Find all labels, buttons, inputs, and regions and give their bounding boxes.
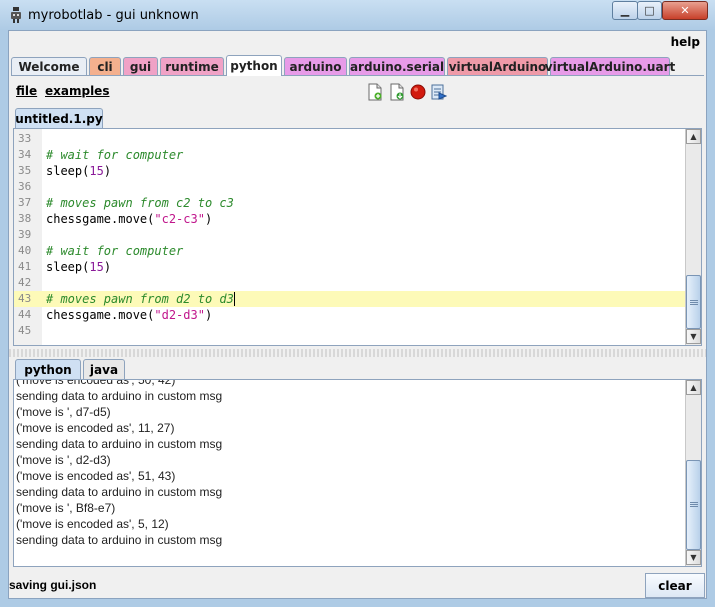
line-number: 36 <box>18 180 32 193</box>
line-number: 43 <box>18 292 32 305</box>
code-editor[interactable]: 33 34 # wait for computer 35 sleep(15) 36 37 # … <box>13 128 702 346</box>
code-text: chessgame.move("d2-d3") <box>46 308 213 322</box>
editor-scrollbar[interactable]: ▲ ▼ <box>685 129 701 345</box>
line-number: 40 <box>18 244 32 257</box>
line-number: 35 <box>18 164 32 177</box>
execute-icon[interactable] <box>431 83 447 101</box>
close-icon: ✕ <box>680 4 690 17</box>
code-text: # wait for computer <box>46 244 184 258</box>
service-tab[interactable]: virtualArduino.uart <box>545 57 675 75</box>
line-number: 45 <box>18 324 32 337</box>
service-tab[interactable]: cli <box>89 57 121 75</box>
code-line[interactable]: 42 <box>14 275 686 291</box>
help-menu[interactable]: help <box>671 35 700 49</box>
code-line[interactable]: 39 <box>14 227 686 243</box>
code-line[interactable]: 44 chessgame.move("d2-d3") <box>14 307 686 323</box>
console-line: ('move is encoded as', 11, 27) <box>16 421 175 435</box>
console-line: ('move is ', d2-d3) <box>16 453 111 467</box>
code-text: # moves pawn from c2 to c3 <box>46 196 234 210</box>
line-number: 42 <box>18 276 32 289</box>
scroll-thumb[interactable] <box>686 275 701 329</box>
minimize-icon: ▁ <box>620 4 630 17</box>
line-number: 44 <box>18 308 32 321</box>
console-line: ('move is encoded as', 51, 43) <box>16 469 176 483</box>
console-output[interactable]: ('move is encoded as', 50, 42) sending da… <box>13 379 702 567</box>
code-line[interactable]: 36 <box>14 179 686 195</box>
service-tab[interactable]: runtime <box>160 57 224 75</box>
scroll-down-arrow[interactable]: ▼ <box>686 550 701 565</box>
code-line[interactable]: 43 # moves pawn from d2 to d3 <box>14 291 686 307</box>
console-line: sending data to arduino in custom msg <box>16 389 223 403</box>
maximize-button[interactable]: □ <box>637 1 662 20</box>
line-number: 41 <box>18 260 32 273</box>
robot-app-icon <box>11 7 21 23</box>
code-line[interactable]: 40 # wait for computer <box>14 243 686 259</box>
minimize-button[interactable]: ▁ <box>612 1 638 20</box>
service-tab[interactable]: gui <box>123 57 158 75</box>
service-tab[interactable]: virtualArduino <box>447 57 548 75</box>
save-file-icon[interactable] <box>389 83 405 101</box>
service-tab[interactable]: arduino.serial <box>349 57 445 75</box>
file-menu[interactable]: file <box>16 84 37 98</box>
console-line: ('move is ', d7-d5) <box>16 405 111 419</box>
code-line[interactable]: 35 sleep(15) <box>14 163 686 179</box>
python-toolbar: file examples <box>9 79 706 105</box>
line-number: 34 <box>18 148 32 161</box>
new-file-icon[interactable] <box>367 83 383 101</box>
up-arrow-icon: ▲ <box>690 383 697 392</box>
line-number: 38 <box>18 212 32 225</box>
line-number: 33 <box>18 132 32 145</box>
console-line: sending data to arduino in custom msg <box>16 533 223 547</box>
output-tab-java[interactable]: java <box>83 359 125 379</box>
code-text: # moves pawn from d2 to d3 <box>46 292 234 306</box>
code-line[interactable]: 45 <box>14 323 686 339</box>
code-text: sleep(15) <box>46 164 112 178</box>
service-tabs: Welcome cli gui runtime python arduino arduino… <box>11 55 704 76</box>
code-text: sleep(15) <box>46 260 112 274</box>
console-line: ('move is encoded as', 50, 42) <box>16 379 176 387</box>
app-window: myrobotlab - gui unknown ▁ □ ✕ help Welc… <box>0 0 715 607</box>
examples-menu[interactable]: examples <box>45 84 109 98</box>
status-message: saving gui.json <box>9 578 97 592</box>
down-arrow-icon: ▼ <box>690 332 697 341</box>
window-title: myrobotlab - gui unknown <box>28 8 199 23</box>
up-arrow-icon: ▲ <box>690 132 697 141</box>
console-line: sending data to arduino in custom msg <box>16 437 223 451</box>
close-button[interactable]: ✕ <box>662 1 708 20</box>
console-line: ('move is ', Bf8-e7) <box>16 501 116 515</box>
scroll-up-arrow[interactable]: ▲ <box>686 380 701 395</box>
code-text: # wait for computer <box>46 148 184 162</box>
code-line[interactable]: 41 sleep(15) <box>14 259 686 275</box>
split-pane-divider[interactable] <box>9 349 706 357</box>
down-arrow-icon: ▼ <box>690 553 697 562</box>
code-line[interactable]: 33 <box>14 131 686 147</box>
service-tab[interactable]: python <box>226 55 282 76</box>
scroll-thumb[interactable] <box>686 460 701 550</box>
status-bar: saving gui.json clear <box>9 572 706 598</box>
line-number: 37 <box>18 196 32 209</box>
menu-bar: help <box>9 31 706 53</box>
service-tab[interactable]: Welcome <box>11 57 87 75</box>
file-tab-untitled[interactable]: untitled.1.py <box>15 108 103 128</box>
code-line[interactable]: 34 # wait for computer <box>14 147 686 163</box>
line-number: 39 <box>18 228 32 241</box>
console-scrollbar[interactable]: ▲ ▼ <box>685 380 701 566</box>
console-line: ('move is encoded as', 5, 12) <box>16 517 169 531</box>
text-caret <box>234 292 236 306</box>
code-text: chessgame.move("c2-c3") <box>46 212 213 226</box>
scroll-up-arrow[interactable]: ▲ <box>686 129 701 144</box>
stop-icon[interactable] <box>410 83 426 101</box>
output-tabs: python java <box>13 359 702 380</box>
code-line[interactable]: 37 # moves pawn from c2 to c3 <box>14 195 686 211</box>
scroll-down-arrow[interactable]: ▼ <box>686 329 701 344</box>
console-line: sending data to arduino in custom msg <box>16 485 223 499</box>
main-panel: help Welcome cli gui runtime python arduino ar… <box>8 30 707 599</box>
title-bar[interactable]: myrobotlab - gui unknown ▁ □ ✕ <box>0 0 715 30</box>
maximize-icon: □ <box>644 4 655 17</box>
service-tab[interactable]: arduino <box>284 57 347 75</box>
code-line[interactable]: 38 chessgame.move("c2-c3") <box>14 211 686 227</box>
output-tab-python[interactable]: python <box>15 359 81 379</box>
clear-button[interactable]: clear <box>645 573 705 598</box>
file-tabs: untitled.1.py <box>13 108 702 129</box>
